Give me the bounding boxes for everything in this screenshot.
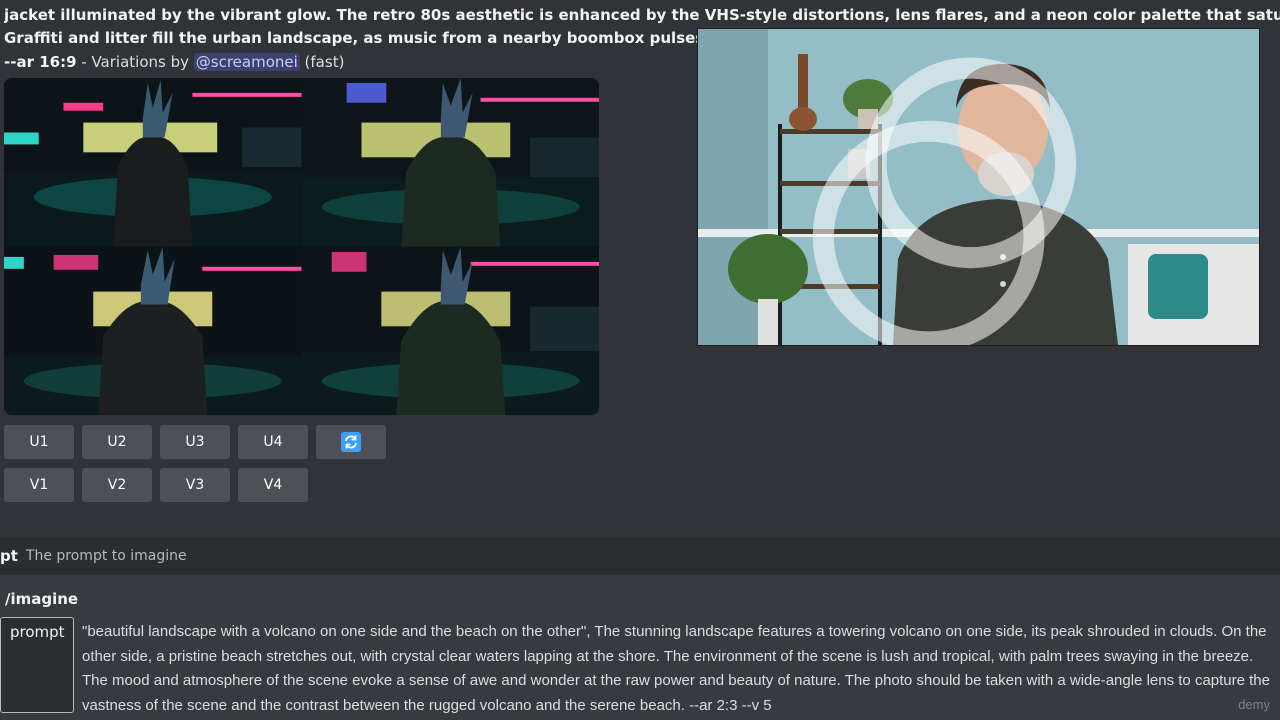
reroll-button[interactable] <box>316 425 386 459</box>
u4-button[interactable]: U4 <box>238 425 308 459</box>
watermark: demy <box>1238 697 1270 712</box>
variation-buttons: V1 V2 V3 V4 <box>4 468 308 502</box>
v2-button[interactable]: V2 <box>82 468 152 502</box>
v4-button[interactable]: V4 <box>238 468 308 502</box>
user-mention[interactable]: @screamonei <box>193 53 300 71</box>
prompt-param-label[interactable]: prompt <box>0 617 74 713</box>
logo-icon <box>812 57 1077 345</box>
option-name: pt <box>0 547 18 565</box>
message-line-1: jacket illuminated by the vibrant glow. … <box>4 6 1280 24</box>
grid-image-1[interactable] <box>4 78 302 247</box>
webcam-overlay <box>697 28 1260 346</box>
u3-button[interactable]: U3 <box>160 425 230 459</box>
grid-image-2[interactable] <box>301 78 599 247</box>
message-meta: --ar 16:9 - Variations by @screamonei (f… <box>4 53 344 71</box>
u1-button[interactable]: U1 <box>4 425 74 459</box>
refresh-icon <box>341 432 361 452</box>
mode-label: (fast) <box>299 53 345 71</box>
option-description: The prompt to imagine <box>25 548 187 564</box>
aspect-ratio: --ar 16:9 <box>4 53 77 71</box>
prompt-input[interactable]: "beautiful landscape with a volcano on o… <box>82 620 1274 718</box>
option-hint-bar: pt The prompt to imagine <box>0 537 1280 575</box>
grid-image-4[interactable] <box>301 246 599 415</box>
u2-button[interactable]: U2 <box>82 425 152 459</box>
command-name: /imagine <box>5 590 79 608</box>
image-grid[interactable] <box>4 78 599 415</box>
v3-button[interactable]: V3 <box>160 468 230 502</box>
upscale-buttons: U1 U2 U3 U4 <box>4 425 386 459</box>
grid-image-3[interactable] <box>4 246 302 415</box>
variations-label: - Variations by <box>76 53 194 71</box>
v1-button[interactable]: V1 <box>4 468 74 502</box>
